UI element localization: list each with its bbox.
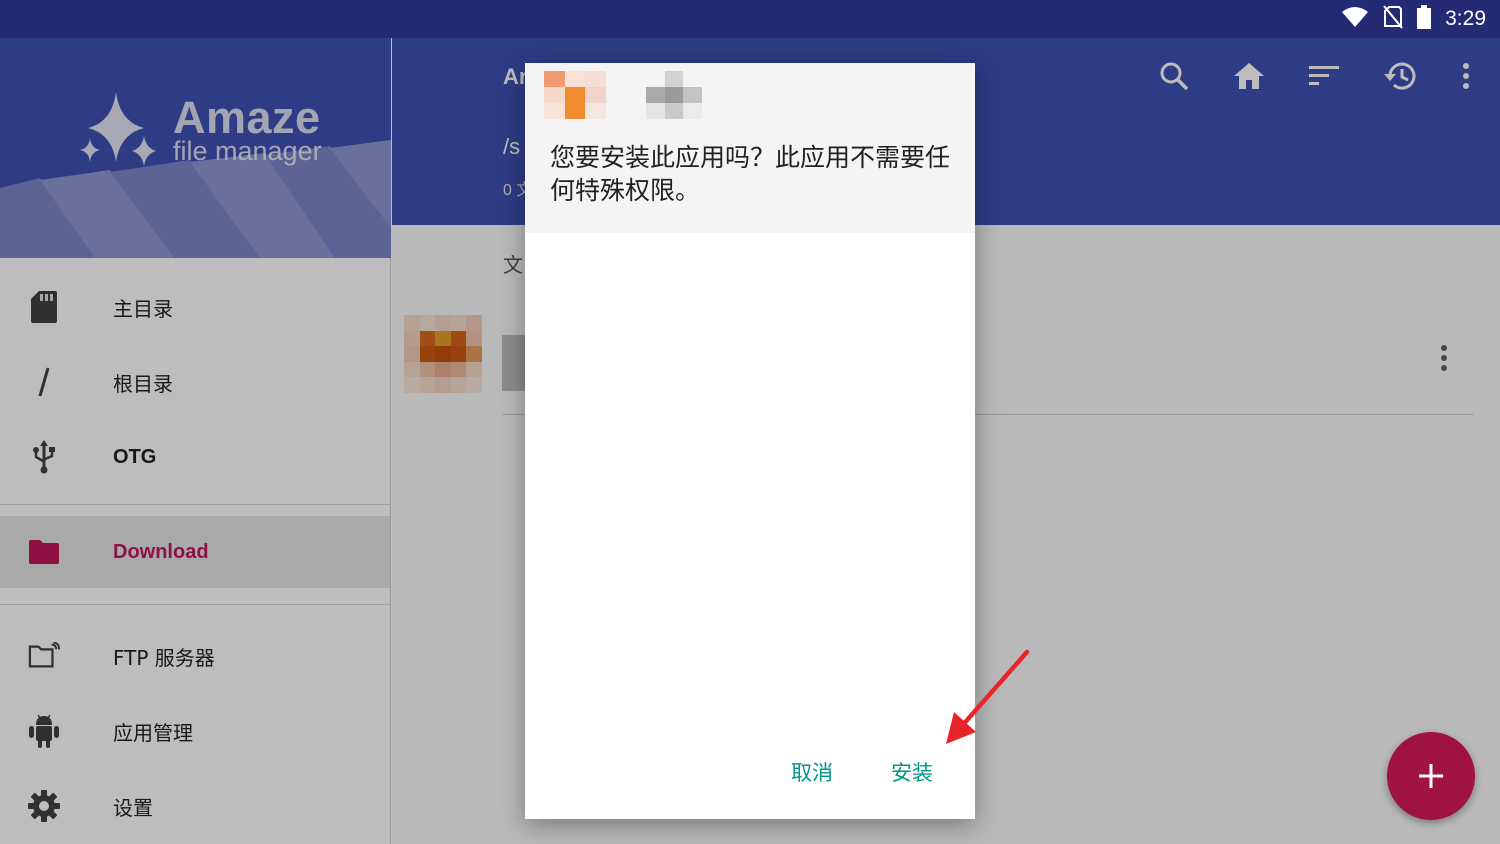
install-button[interactable]: 安装 <box>891 753 933 791</box>
wifi-icon <box>1341 5 1369 33</box>
status-time: 3:29 <box>1445 7 1486 30</box>
app-name-pixelated <box>646 71 702 119</box>
status-icons: 3:29 <box>1341 0 1486 38</box>
install-question: 您要安装此应用吗？此应用不需要任何特殊权限。 <box>550 143 951 205</box>
no-sim-icon <box>1383 5 1403 33</box>
dialog-header: 您要安装此应用吗？此应用不需要任何特殊权限。 <box>525 63 975 233</box>
plus-icon <box>1419 764 1443 788</box>
install-dialog: 您要安装此应用吗？此应用不需要任何特殊权限。 取消 安装 <box>525 63 975 819</box>
annotation-arrow-icon <box>946 649 1030 744</box>
app-icon-pixelated <box>544 71 606 119</box>
status-bar: 3:29 <box>0 0 1500 38</box>
add-fab-button[interactable] <box>1387 732 1475 820</box>
cancel-button[interactable]: 取消 <box>791 753 833 791</box>
battery-icon <box>1417 5 1432 33</box>
